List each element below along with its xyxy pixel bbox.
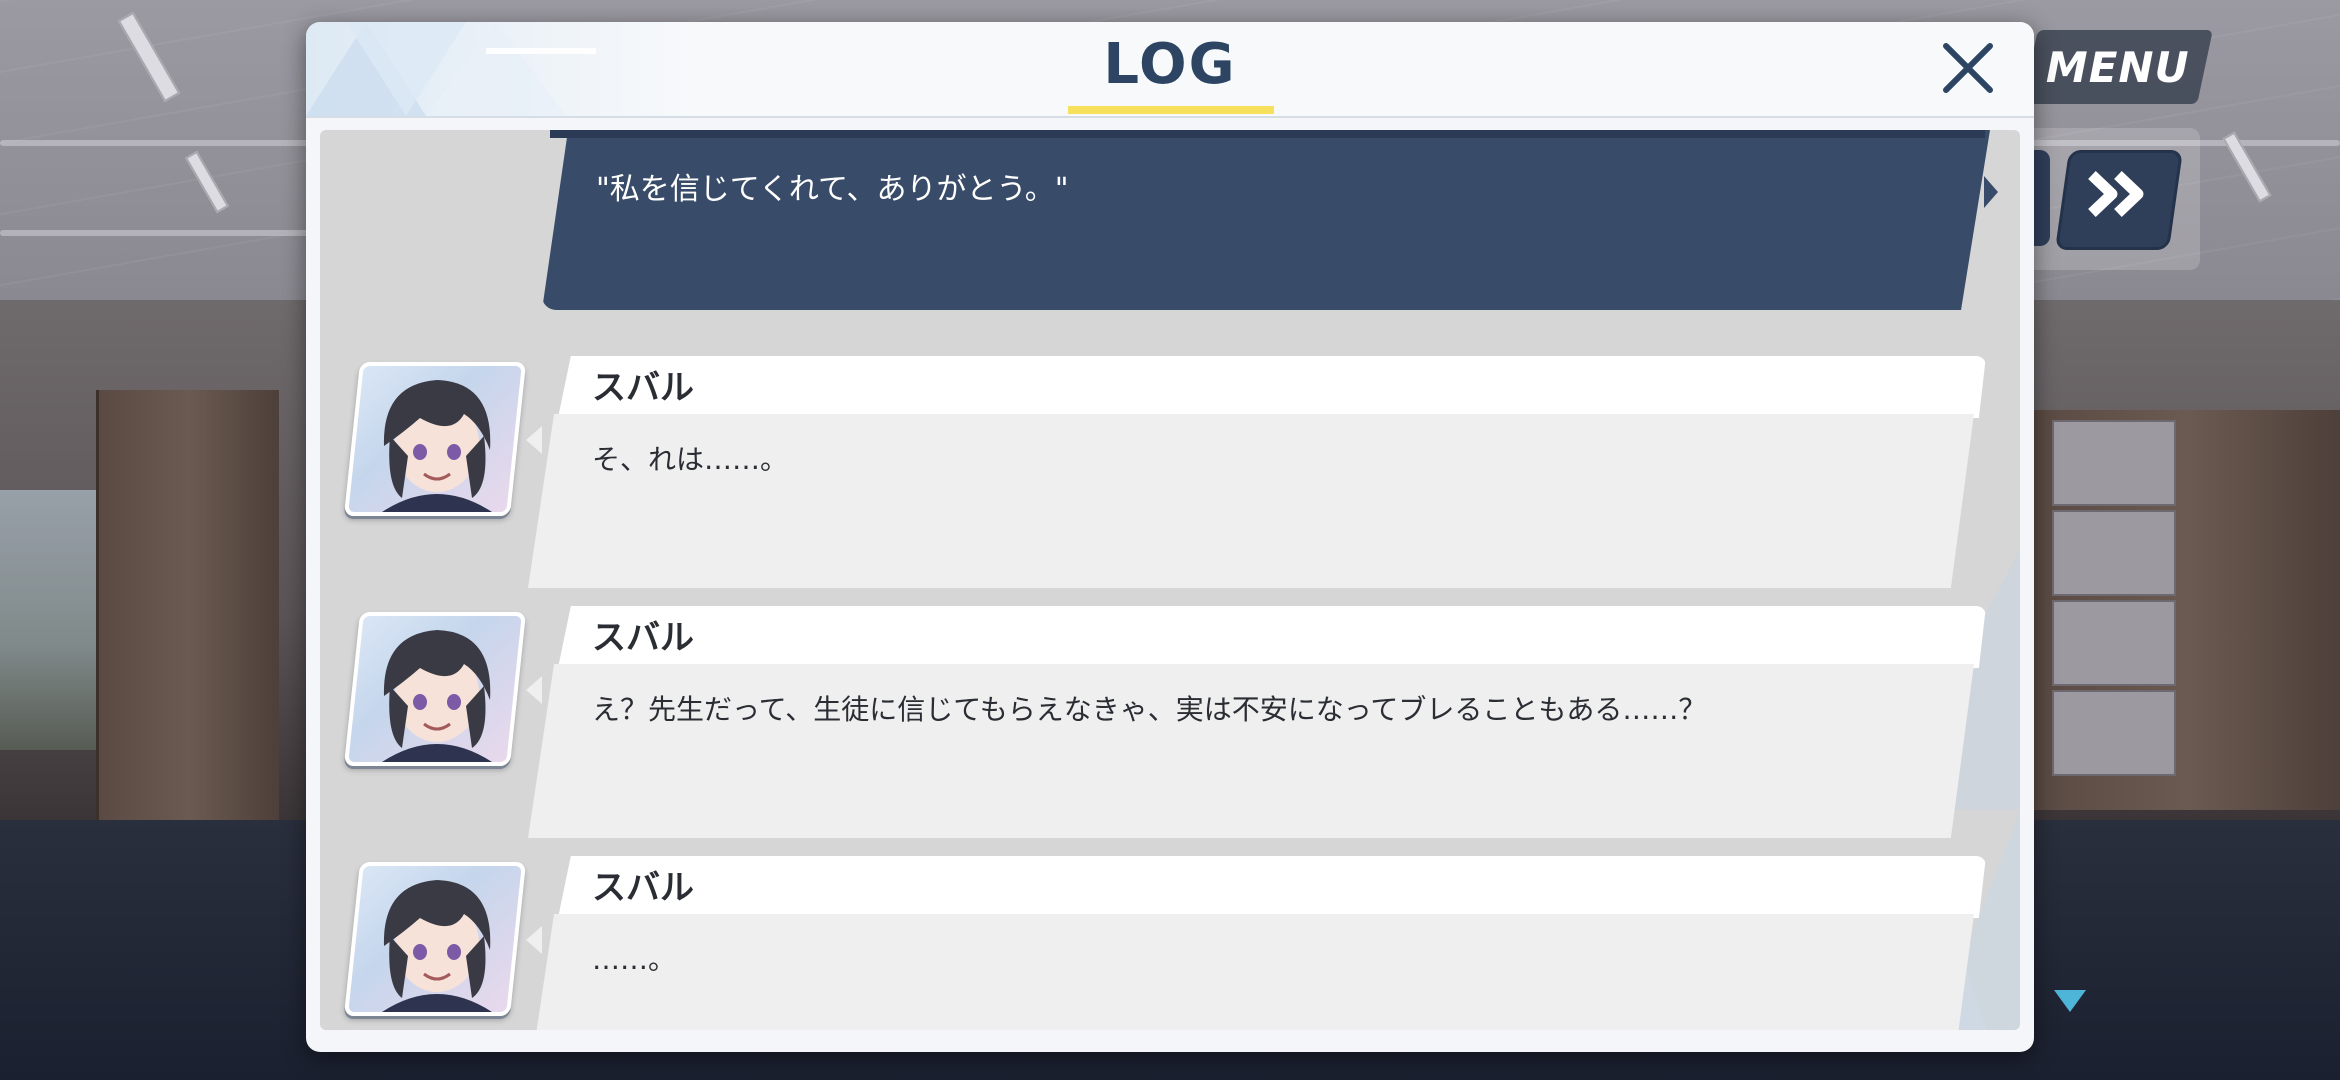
background-locker-door: [2052, 690, 2176, 776]
log-dialog: LOG "私を信じてくれて、ありがとう。" スバル そ、れは……。 スバル え？…: [306, 22, 2034, 1052]
log-entry: スバル ……。: [320, 856, 2020, 1030]
speaker-name: スバル: [592, 368, 694, 408]
log-entry: スバル そ、れは……。: [320, 356, 2020, 596]
speaker-name-plate: [558, 606, 1986, 668]
log-list[interactable]: "私を信じてくれて、ありがとう。" スバル そ、れは……。 スバル え？先生だっ…: [320, 130, 2020, 1030]
character-portrait-icon: [382, 380, 492, 512]
message-tail: [526, 676, 542, 704]
player-message-text: "私を信じてくれて、ありがとう。": [596, 172, 1069, 207]
speaker-avatar: [343, 612, 527, 766]
message-tail: [526, 426, 542, 454]
double-chevron-right-icon: [2084, 169, 2154, 232]
message-text: え？先生だって、生徒に信じてもらえなきゃ、実は不安になってブレることもある……？: [592, 693, 1707, 726]
message-text: ……。: [592, 943, 677, 976]
speaker-name: スバル: [592, 618, 694, 658]
background-locker-door: [2052, 600, 2176, 686]
message-text: そ、れは……。: [592, 443, 789, 476]
background-locker-door: [2052, 510, 2176, 596]
log-header: LOG: [306, 22, 2034, 118]
background-window: [0, 490, 100, 750]
speaker-name-plate: [558, 356, 1986, 418]
menu-button[interactable]: MENU: [2022, 30, 2213, 104]
player-bubble: [542, 130, 1990, 310]
close-button[interactable]: [1936, 36, 2000, 100]
background-locker-door: [2052, 420, 2176, 506]
player-bubble-edge: [550, 130, 1985, 138]
speaker-name-plate: [558, 856, 1986, 918]
log-entry: スバル え？先生だって、生徒に信じてもらえなきゃ、実は不安になってブレることもあ…: [320, 606, 2020, 846]
message-box: [528, 914, 1974, 1030]
menu-button-label: MENU: [2045, 42, 2190, 92]
player-bubble-tail: [1984, 176, 1998, 208]
log-title: LOG: [1103, 32, 1237, 97]
triangle-down-icon[interactable]: [2054, 990, 2086, 1012]
close-icon: [1943, 43, 1993, 93]
message-tail: [526, 926, 542, 954]
speaker-avatar: [343, 862, 527, 1016]
speaker-avatar: [343, 362, 527, 516]
character-portrait-icon: [382, 630, 492, 762]
title-underline: [1068, 106, 1274, 114]
character-portrait-icon: [382, 880, 492, 1012]
speaker-name: スバル: [592, 868, 694, 908]
skip-button[interactable]: [2054, 150, 2184, 250]
